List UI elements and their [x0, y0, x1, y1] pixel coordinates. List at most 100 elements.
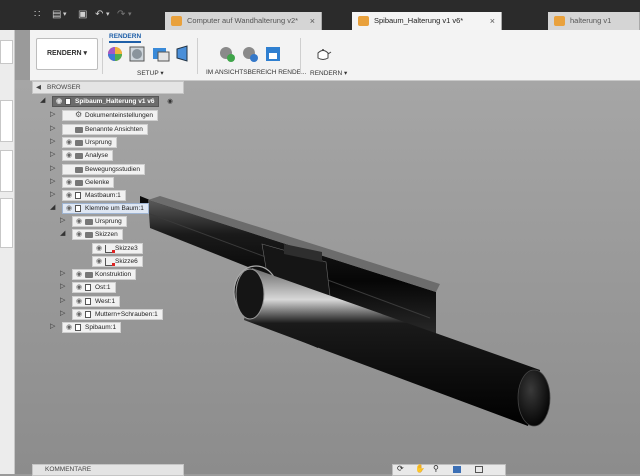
- visibility-eye-icon[interactable]: ◉: [76, 230, 82, 239]
- visibility-eye-icon[interactable]: ◉: [66, 323, 72, 332]
- texture-map-icon[interactable]: [174, 45, 192, 63]
- activate-radio-icon[interactable]: ◉: [167, 98, 173, 105]
- collapsed-arrow-icon[interactable]: ▷: [60, 309, 65, 319]
- workspace-switcher-button[interactable]: RENDERN ▾: [36, 38, 98, 70]
- visibility-eye-icon[interactable]: ◉: [66, 191, 72, 200]
- browser-tree-node[interactable]: ▷ ◉ Gelenke: [50, 177, 115, 188]
- node-label: Gelenke: [85, 179, 110, 186]
- collapsed-arrow-icon[interactable]: ▷: [50, 150, 55, 160]
- grid-settings-icon[interactable]: [475, 466, 483, 473]
- browser-tree-node[interactable]: ▷ ◉ Spibaum:1: [50, 322, 122, 333]
- collapsed-arrow-icon[interactable]: ▷: [60, 269, 65, 279]
- visibility-eye-icon[interactable]: ◉: [76, 270, 82, 279]
- expanded-arrow-icon[interactable]: ◢: [50, 203, 55, 213]
- browser-tree-node[interactable]: ▷ Bewegungsstudien: [50, 164, 145, 175]
- mini-panel: [0, 100, 13, 142]
- expanded-arrow-icon[interactable]: ◢: [60, 229, 65, 239]
- node-label: West:1: [95, 298, 116, 305]
- component-icon: [85, 298, 91, 305]
- tab-rendern[interactable]: RENDERN: [109, 33, 142, 43]
- visibility-eye-icon[interactable]: ◉: [76, 310, 82, 319]
- comments-panel-header[interactable]: KOMMENTARE: [32, 464, 184, 476]
- collapsed-arrow-icon[interactable]: ▷: [50, 137, 55, 147]
- component-icon: [85, 284, 91, 291]
- collapsed-arrow-icon[interactable]: ▷: [50, 322, 55, 332]
- browser-panel-header[interactable]: ◀ BROWSER: [32, 81, 184, 94]
- app-grid-icon[interactable]: ∷: [34, 9, 40, 21]
- node-label: Muttern+Schrauben:1: [95, 311, 158, 318]
- close-icon[interactable]: ×: [310, 12, 315, 30]
- in-canvas-render-icon[interactable]: [218, 45, 236, 63]
- browser-tree-node[interactable]: ▷ ◉ Konstruktion: [60, 269, 137, 280]
- pan-icon[interactable]: ✋: [415, 464, 425, 473]
- undo-icon[interactable]: ↶: [95, 9, 103, 21]
- orbit-icon[interactable]: ⟳: [397, 464, 404, 473]
- visibility-eye-icon[interactable]: ◉: [96, 244, 102, 253]
- visibility-eye-icon[interactable]: ◉: [66, 178, 72, 187]
- title-bar: ∷ ▤ ▾ ▣ ↶ ▾ ↷ ▾ Computer auf Wandhalteru…: [0, 0, 640, 30]
- visibility-eye-icon[interactable]: ◉: [76, 283, 82, 292]
- visibility-eye-icon[interactable]: ◉: [76, 297, 82, 306]
- collapsed-arrow-icon[interactable]: ▷: [50, 164, 55, 174]
- capture-image-icon[interactable]: [264, 45, 282, 63]
- visibility-eye-icon[interactable]: ◉: [66, 204, 72, 213]
- browser-tree-node[interactable]: ◉ Skizze3: [92, 243, 143, 254]
- visibility-eye-icon[interactable]: ◉: [56, 97, 62, 106]
- folder-icon: [75, 140, 83, 146]
- collapsed-arrow-icon[interactable]: ▷: [50, 124, 55, 134]
- tab-halterung[interactable]: halterung v1: [548, 12, 640, 30]
- node-label: Skizze6: [115, 258, 138, 265]
- render-group-label[interactable]: RENDERN ▾: [310, 69, 347, 77]
- physical-material-icon[interactable]: [128, 45, 146, 63]
- in-canvas-render-group-label[interactable]: IM ANSICHTSBEREICH RENDE...: [206, 69, 306, 76]
- save-icon[interactable]: ▣: [78, 9, 87, 21]
- node-label: Spibaum:1: [85, 324, 117, 331]
- browser-tree-node[interactable]: ▷ ◉ Ursprung: [50, 137, 117, 148]
- in-canvas-render-settings-icon[interactable]: [241, 45, 259, 63]
- browser-tree-node[interactable]: ▷ ◉ Ursprung: [60, 216, 127, 227]
- visibility-eye-icon[interactable]: ◉: [66, 138, 72, 147]
- tab-computer-wandhalterung[interactable]: Computer auf Wandhalterung v2* ×: [165, 12, 322, 30]
- browser-tree-node[interactable]: ◢ ◉ Klemme um Baum:1: [50, 203, 149, 214]
- collapse-icon[interactable]: ◀: [36, 82, 41, 93]
- browser-root-node[interactable]: ◢ ◉ Spibaum_Halterung v1 v6 ◉: [40, 96, 173, 107]
- collapsed-arrow-icon[interactable]: ▷: [50, 110, 55, 120]
- undo-caret-icon[interactable]: ▾: [106, 9, 110, 21]
- component-icon: [75, 205, 81, 212]
- collapsed-arrow-icon[interactable]: ▷: [60, 296, 65, 306]
- folder-icon: [75, 167, 83, 173]
- render-teapot-icon[interactable]: [314, 45, 332, 63]
- setup-group-label[interactable]: SETUP ▾: [137, 69, 164, 77]
- file-menu-icon[interactable]: ▤: [52, 9, 61, 21]
- browser-tree-node[interactable]: ▷ Benannte Ansichten: [50, 124, 148, 135]
- expanded-arrow-icon[interactable]: ◢: [40, 96, 45, 106]
- browser-tree-node[interactable]: ▷ ◉ Muttern+Schrauben:1: [60, 309, 163, 320]
- folder-icon: [75, 153, 83, 159]
- collapsed-arrow-icon[interactable]: ▷: [60, 282, 65, 292]
- browser-tree-node[interactable]: ◉ Skizze6: [92, 256, 143, 267]
- root-label: Spibaum_Halterung v1 v6: [75, 98, 155, 105]
- visibility-eye-icon[interactable]: ◉: [96, 257, 102, 266]
- collapsed-arrow-icon[interactable]: ▷: [50, 190, 55, 200]
- visibility-eye-icon[interactable]: ◉: [76, 217, 82, 226]
- scene-settings-icon[interactable]: [152, 45, 170, 63]
- browser-tree-node[interactable]: ▷ ◉ Analyse: [50, 150, 114, 161]
- toolbar-separator: [300, 38, 301, 74]
- display-settings-icon[interactable]: [453, 466, 461, 473]
- collapsed-arrow-icon[interactable]: ▷: [50, 177, 55, 187]
- toolbar-separator: [102, 38, 103, 74]
- tab-spibaum-halterung[interactable]: Spibaum_Halterung v1 v6* ×: [352, 12, 502, 30]
- redo-caret-icon[interactable]: ▾: [128, 9, 132, 21]
- appearance-icon[interactable]: [106, 45, 124, 63]
- close-icon[interactable]: ×: [490, 12, 495, 30]
- visibility-eye-icon[interactable]: ◉: [66, 151, 72, 160]
- browser-tree-node[interactable]: ◢ ◉ Skizzen: [60, 229, 123, 240]
- browser-tree-node[interactable]: ▷ ⚙ Dokumenteinstellungen: [50, 110, 158, 121]
- browser-tree-node[interactable]: ▷ ◉ West:1: [60, 296, 121, 307]
- browser-tree-node[interactable]: ▷ ◉ Ost:1: [60, 282, 116, 293]
- collapsed-arrow-icon[interactable]: ▷: [60, 216, 65, 226]
- file-menu-caret-icon[interactable]: ▾: [63, 9, 67, 21]
- redo-icon[interactable]: ↷: [117, 9, 125, 21]
- zoom-icon[interactable]: ⚲: [433, 464, 439, 473]
- browser-tree-node[interactable]: ▷ ◉ Mastbaum:1: [50, 190, 126, 201]
